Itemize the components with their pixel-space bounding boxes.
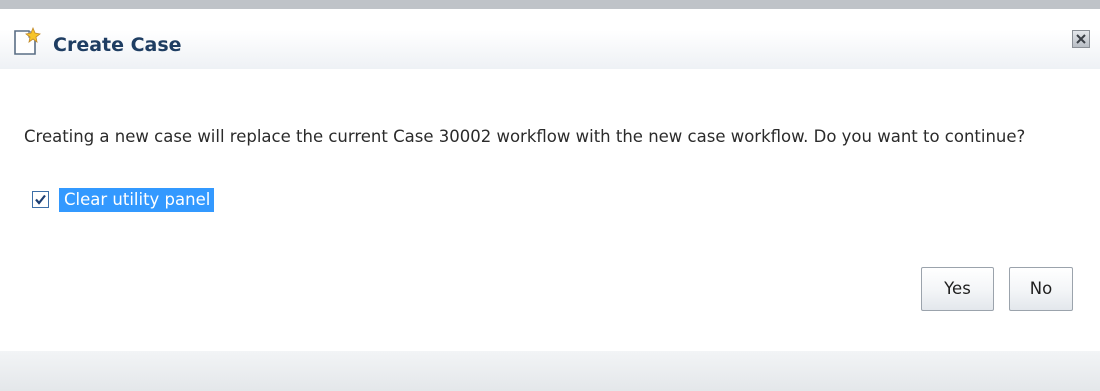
close-icon[interactable] bbox=[1072, 30, 1090, 48]
window-top-edge bbox=[0, 0, 1100, 9]
create-case-dialog: Create Case Creating a new case will rep… bbox=[0, 9, 1100, 391]
dialog-title: Create Case bbox=[53, 34, 182, 56]
checkbox-label[interactable]: Clear utility panel bbox=[59, 188, 215, 212]
yes-button[interactable]: Yes bbox=[921, 267, 994, 311]
no-button[interactable]: No bbox=[1009, 267, 1073, 311]
dialog-footer bbox=[0, 351, 1100, 391]
clear-utility-panel-checkbox[interactable] bbox=[32, 191, 49, 208]
dialog-message: Creating a new case will replace the cur… bbox=[24, 127, 1026, 146]
new-document-sparkle-icon bbox=[12, 26, 42, 57]
dialog-title-bar: Create Case bbox=[0, 9, 1100, 69]
